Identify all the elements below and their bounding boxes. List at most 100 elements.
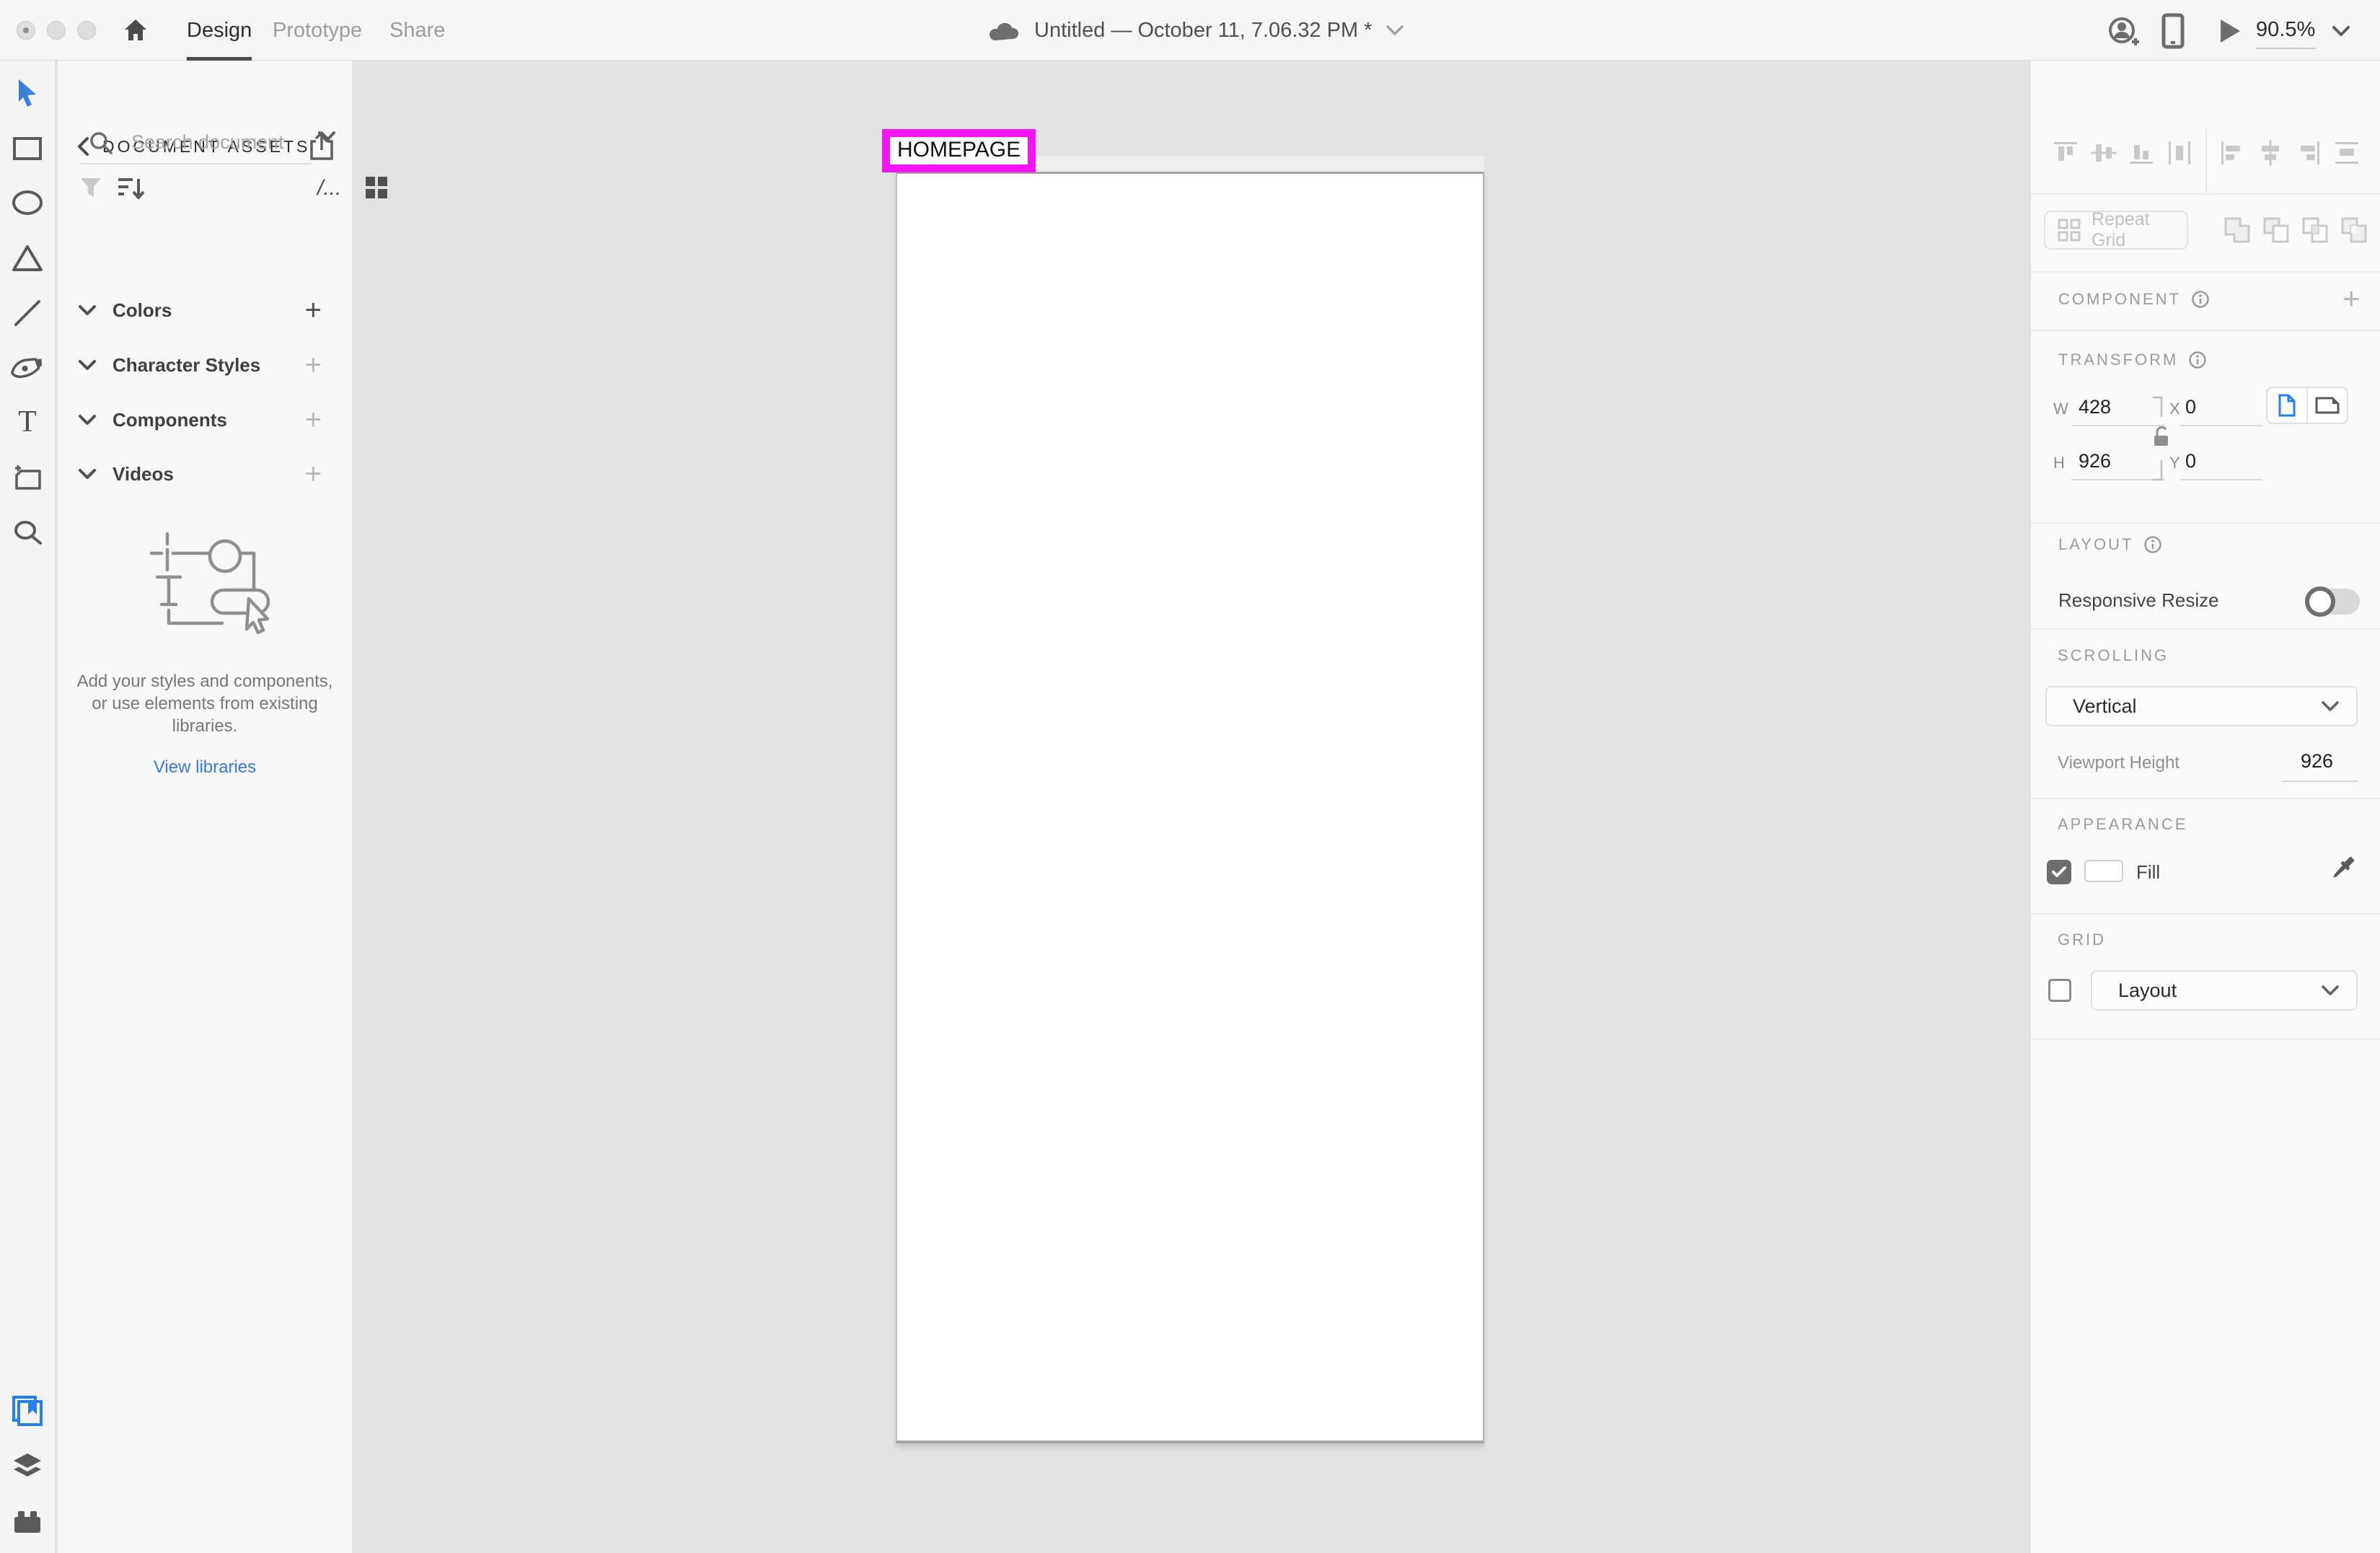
home-icon[interactable]: [121, 16, 150, 45]
tab-prototype[interactable]: Prototype: [273, 0, 362, 61]
x-input[interactable]: 0: [2185, 396, 2196, 418]
info-icon[interactable]: [2191, 290, 2210, 309]
search-scope-chevron-icon[interactable]: [316, 130, 338, 144]
boolean-intersect-icon[interactable]: [2299, 214, 2332, 247]
tool-bar: T: [0, 61, 56, 1553]
assets-section-colors[interactable]: Colors +: [58, 290, 352, 330]
libraries-icon[interactable]: [11, 1394, 44, 1427]
zoom-tool[interactable]: [12, 518, 43, 548]
layers-icon[interactable]: [11, 1452, 44, 1481]
align-right-icon[interactable]: [2294, 138, 2323, 167]
list-view-icon[interactable]: /...: [317, 176, 341, 201]
add-video-button[interactable]: +: [305, 459, 322, 488]
info-icon[interactable]: [2188, 351, 2207, 369]
empty-text-line1: Add your styles and components,: [58, 670, 352, 692]
window-close-button[interactable]: [17, 21, 35, 40]
property-inspector: Repeat Grid COMPONENT + TRANSFORM W 428 …: [2030, 61, 2380, 1553]
lock-aspect-ratio[interactable]: [2143, 394, 2172, 484]
document-title-bar[interactable]: Untitled — October 11, 7.06.32 PM *: [988, 0, 1404, 61]
polygon-tool[interactable]: [11, 244, 44, 273]
window-minimize-button[interactable]: [47, 21, 66, 40]
eyedropper-icon[interactable]: [2325, 851, 2360, 886]
y-underline: [2180, 479, 2262, 480]
chevron-down-icon: [78, 304, 97, 317]
assets-section-components[interactable]: Components +: [58, 400, 352, 440]
tab-design[interactable]: Design: [187, 0, 252, 61]
fill-color-swatch[interactable]: [2084, 860, 2123, 882]
search-input[interactable]: Search document: [79, 123, 332, 163]
filter-icon[interactable]: [78, 175, 104, 201]
component-section-header: COMPONENT: [2058, 290, 2210, 309]
align-middle-icon[interactable]: [2089, 138, 2118, 167]
window-zoom-button[interactable]: [77, 21, 96, 40]
artboard-homepage[interactable]: [896, 172, 1484, 1443]
toggle-knob: [2305, 586, 2335, 617]
scrolling-section-header: SCROLLING: [2058, 646, 2169, 665]
add-component-button[interactable]: +: [305, 405, 322, 434]
align-group-divider: [2205, 129, 2207, 193]
fill-checkbox[interactable]: [2047, 860, 2071, 884]
add-color-button[interactable]: +: [305, 296, 322, 325]
component-header-label: COMPONENT: [2058, 290, 2181, 309]
add-component-state-button[interactable]: +: [2342, 281, 2361, 316]
repeat-grid-label: Repeat Grid: [2092, 209, 2187, 251]
artboard-title-highlight[interactable]: HOMEPAGE: [882, 129, 1036, 172]
view-libraries-link[interactable]: View libraries: [58, 757, 352, 778]
height-input[interactable]: 926: [2079, 450, 2111, 472]
artboard-tool[interactable]: [11, 463, 44, 493]
pen-tool[interactable]: [11, 353, 44, 383]
scrolling-dropdown[interactable]: Vertical: [2045, 686, 2358, 726]
align-top-icon[interactable]: [2051, 138, 2080, 167]
grid-dropdown-value: Layout: [2118, 980, 2177, 1002]
responsive-resize-toggle[interactable]: [2306, 589, 2360, 615]
repeat-grid-button[interactable]: Repeat Grid: [2044, 211, 2188, 250]
grid-view-icon[interactable]: [363, 175, 389, 201]
plugins-icon[interactable]: [12, 1508, 43, 1536]
device-preview-icon[interactable]: [2159, 13, 2187, 49]
width-input[interactable]: 428: [2079, 396, 2111, 418]
zoom-chevron-icon[interactable]: [2331, 25, 2351, 38]
scrolling-dropdown-value: Vertical: [2073, 695, 2137, 718]
add-character-style-button[interactable]: +: [305, 351, 322, 379]
empty-state-illustration: [130, 529, 281, 652]
share-user-icon[interactable]: [2106, 14, 2143, 49]
boolean-exclude-icon[interactable]: [2337, 214, 2371, 247]
align-bottom-icon[interactable]: [2127, 138, 2156, 167]
fill-label: Fill: [2136, 861, 2160, 884]
line-tool[interactable]: [12, 298, 43, 328]
boolean-union-icon[interactable]: [2221, 214, 2254, 247]
top-bar: Design Prototype Share Untitled — Octobe…: [0, 0, 2380, 61]
chevron-down-icon: [78, 359, 97, 371]
search-underline: [79, 163, 312, 164]
play-icon[interactable]: [2214, 16, 2244, 46]
responsive-resize-label: Responsive Resize: [2058, 589, 2219, 612]
y-input[interactable]: 0: [2185, 450, 2196, 472]
distribute-vertical-icon[interactable]: [2332, 138, 2361, 167]
grid-type-dropdown[interactable]: Layout: [2091, 970, 2358, 1011]
layout-section-header: LAYOUT: [2058, 535, 2162, 554]
select-tool[interactable]: [13, 78, 42, 110]
sort-icon[interactable]: [115, 175, 146, 202]
align-left-icon[interactable]: [2218, 138, 2247, 167]
artboard-title[interactable]: HOMEPAGE: [890, 137, 1028, 164]
assets-section-videos[interactable]: Videos +: [58, 454, 352, 494]
assets-section-character-styles[interactable]: Character Styles +: [58, 345, 352, 385]
portrait-orientation-button[interactable]: [2267, 388, 2308, 423]
info-icon[interactable]: [2143, 535, 2162, 554]
svg-text:T: T: [18, 407, 37, 437]
x-underline: [2180, 425, 2262, 426]
rectangle-tool[interactable]: [12, 136, 43, 162]
zoom-level-control[interactable]: 90.5%: [2256, 18, 2315, 49]
ellipse-tool[interactable]: [11, 189, 44, 216]
document-assets-panel: DOCUMENT ASSETS Search document /...: [58, 61, 352, 1553]
boolean-subtract-icon[interactable]: [2260, 214, 2293, 247]
text-tool[interactable]: T: [12, 407, 43, 437]
distribute-horizontal-icon[interactable]: [2165, 138, 2194, 167]
viewport-height-input[interactable]: 926: [2301, 750, 2333, 773]
repeat-grid-icon: [2057, 218, 2081, 242]
tab-share[interactable]: Share: [389, 0, 445, 61]
grid-checkbox[interactable]: [2048, 979, 2071, 1002]
align-center-icon[interactable]: [2256, 138, 2285, 167]
landscape-orientation-button[interactable]: [2308, 388, 2347, 423]
grid-section-header: GRID: [2058, 931, 2106, 949]
